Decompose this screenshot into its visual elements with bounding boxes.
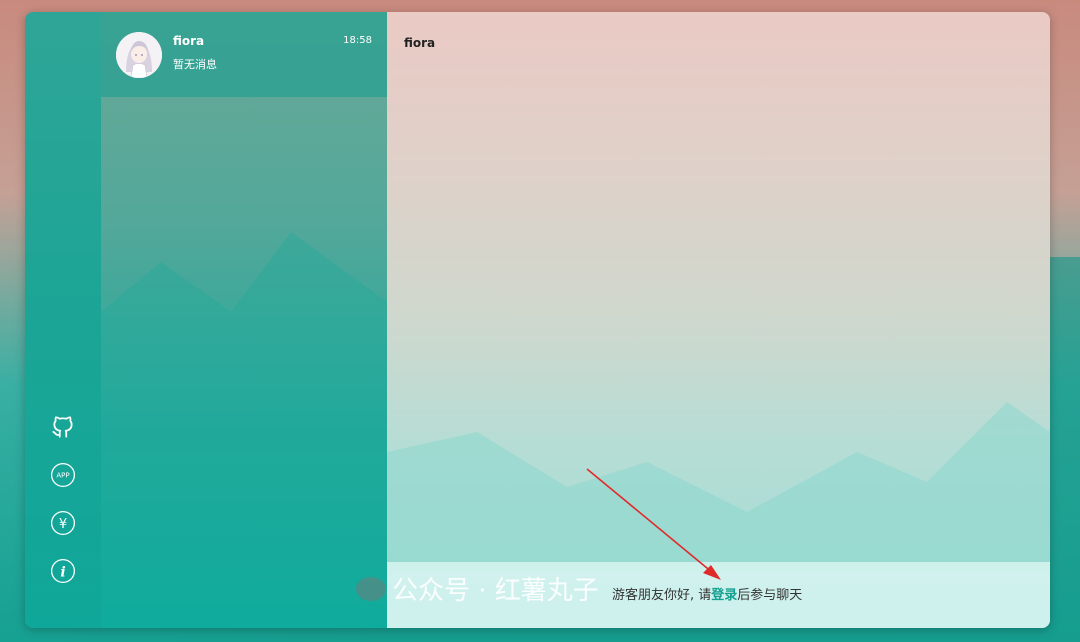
svg-text:¥: ¥ — [59, 517, 67, 532]
sidebar-icon-group: APP ¥ i — [25, 412, 101, 586]
chat-pane: fiora 游客朋友你好, 请登录后参与聊天 — [387, 12, 1050, 628]
github-button[interactable] — [48, 412, 78, 442]
app-window: APP ¥ i fiora 18:58 暂无消息 fiora 游客朋友你好, 请… — [25, 12, 1050, 628]
chat-item-preview: 暂无消息 — [173, 57, 217, 71]
list-background-hills — [101, 232, 387, 452]
chat-title: fiora — [404, 36, 436, 50]
red-arrow-annotation — [586, 468, 721, 580]
chat-item-meta: fiora 18:58 暂无消息 — [173, 32, 387, 78]
chat-list-pane: fiora 18:58 暂无消息 — [101, 12, 387, 628]
about-button[interactable]: i — [48, 556, 78, 586]
watermark-text: 公众号 · 红薯丸子 — [392, 576, 599, 606]
guest-notice-prefix: 游客朋友你好, 请 — [612, 588, 712, 603]
app-icon: APP — [50, 462, 76, 488]
yen-icon: ¥ — [50, 510, 76, 536]
avatar-image — [116, 31, 162, 78]
chat-item-time: 18:58 — [343, 34, 372, 46]
info-icon: i — [50, 558, 76, 584]
login-link[interactable]: 登录 — [711, 588, 737, 603]
wechat-icon — [356, 576, 386, 601]
chat-list-item[interactable]: fiora 18:58 暂无消息 — [101, 12, 387, 97]
app-download-button[interactable]: APP — [48, 460, 78, 490]
sidebar: APP ¥ i — [25, 12, 101, 628]
svg-text:i: i — [60, 564, 65, 580]
github-icon — [52, 416, 73, 438]
guest-notice-suffix: 后参与聊天 — [737, 588, 803, 603]
reward-button[interactable]: ¥ — [48, 508, 78, 538]
chat-item-name: fiora — [173, 33, 205, 48]
svg-text:APP: APP — [56, 471, 69, 480]
guest-notice: 游客朋友你好, 请登录后参与聊天 — [612, 584, 802, 603]
avatar — [116, 31, 162, 78]
watermark: 公众号 · 红薯丸子 — [356, 570, 599, 607]
